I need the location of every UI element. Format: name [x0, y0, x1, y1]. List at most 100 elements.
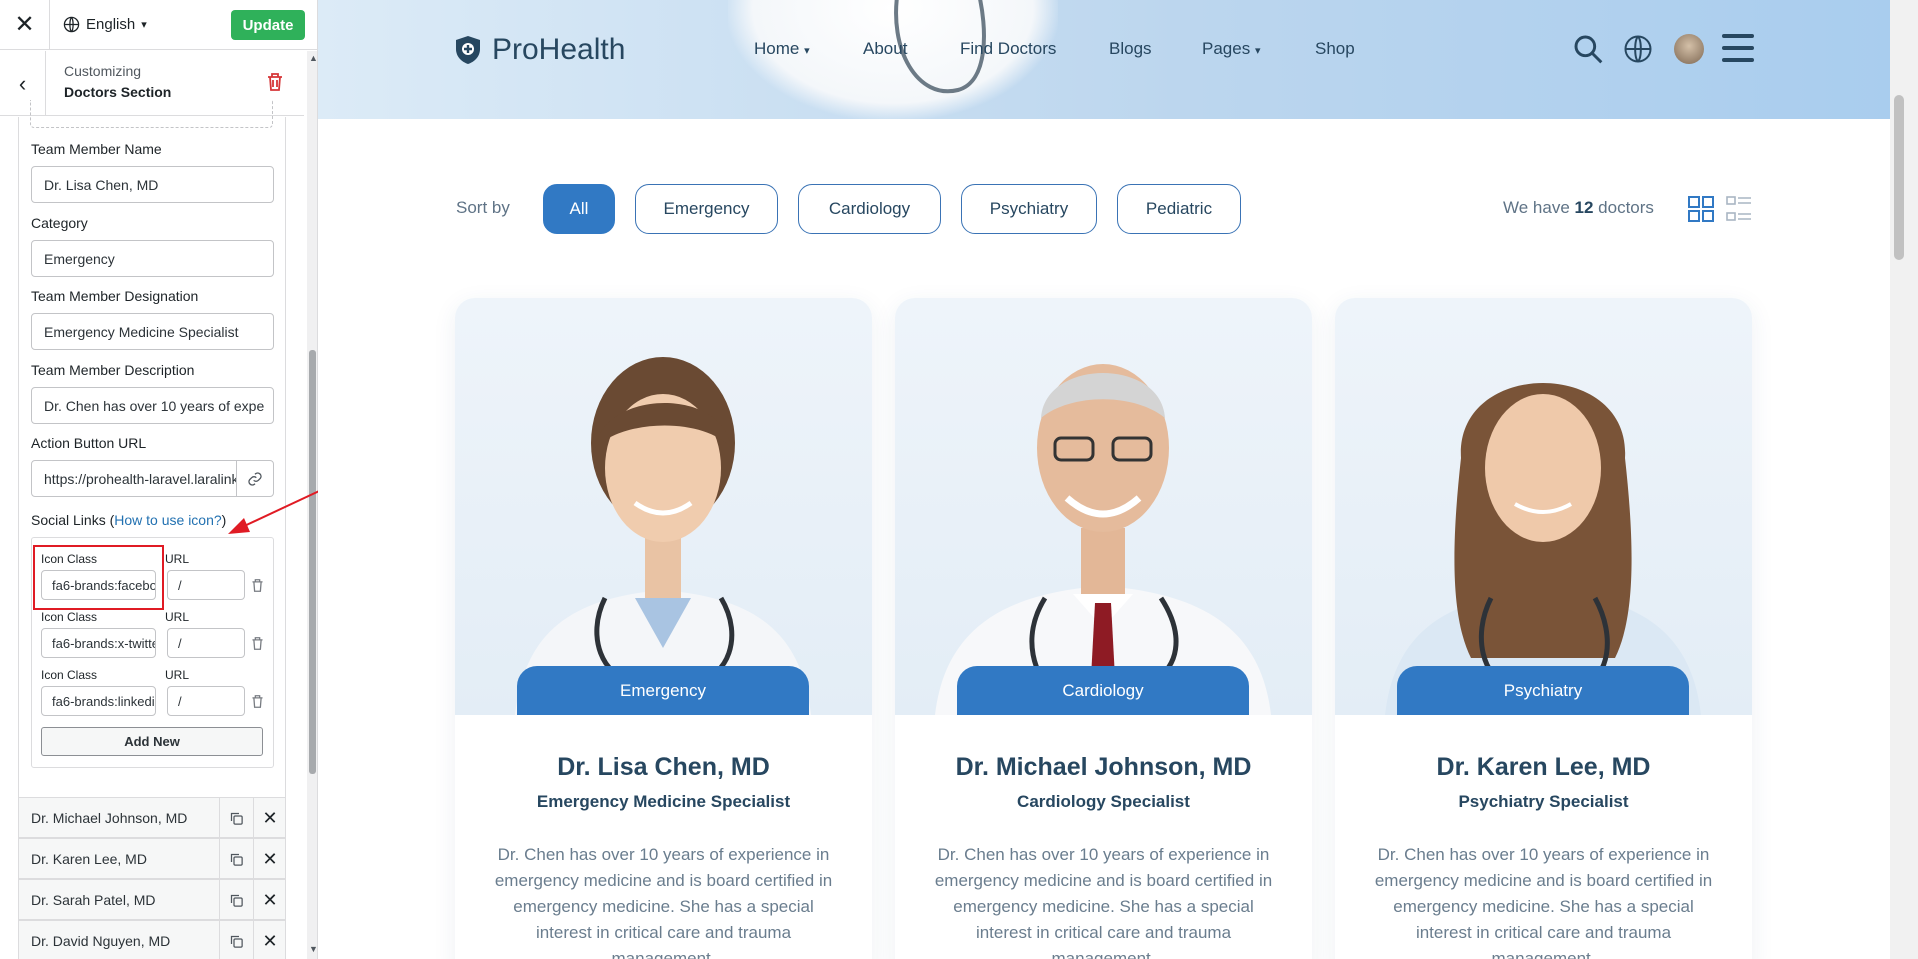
filter-cardiology[interactable]: Cardiology — [798, 184, 941, 234]
chevron-left-icon: ‹ — [18, 70, 27, 96]
doctor-designation: Emergency Medicine Specialist — [536, 792, 791, 811]
media-upload-area[interactable] — [30, 100, 273, 128]
doctor-card[interactable]: Psychiatry Dr. Karen Lee, MD Psychiatry … — [1335, 298, 1752, 959]
name-label: Team Member Name — [31, 141, 162, 157]
social-url-input[interactable]: / — [167, 570, 245, 600]
avatar[interactable] — [1674, 34, 1704, 64]
social-links-label-text: Social Links ( — [31, 512, 115, 528]
doctor-description: Dr. Chen has over 10 years of experience… — [494, 845, 833, 959]
social-links-label: Social Links (How to use icon?) — [31, 512, 226, 528]
duplicate-icon[interactable] — [219, 798, 253, 838]
customizer-top-bar: ✕ English ▾ Update — [0, 0, 317, 50]
page-scrollbar-thumb[interactable] — [1894, 95, 1904, 260]
grid-view-icon[interactable] — [1688, 196, 1714, 222]
close-customizer-button[interactable]: ✕ — [0, 0, 50, 50]
doctor-card[interactable]: Emergency Dr. Lisa Chen, MD Emergency Me… — [455, 298, 872, 959]
designation-input[interactable]: Emergency Medicine Specialist — [31, 313, 274, 350]
chevron-down-icon: ▾ — [804, 45, 810, 57]
filter-pediatric[interactable]: Pediatric — [1117, 184, 1241, 234]
doctor-count: We have 12 doctors — [1503, 198, 1654, 218]
filter-psychiatry[interactable]: Psychiatry — [961, 184, 1097, 234]
action-url-input[interactable]: https://prohealth-laravel.laralink.com — [32, 461, 236, 496]
section-title: Doctors Section — [64, 84, 172, 100]
brand-name: ProHealth — [492, 33, 626, 66]
how-to-use-icon-link[interactable]: How to use icon? — [114, 512, 221, 528]
category-label: Category — [31, 215, 88, 231]
name-input[interactable]: Dr. Lisa Chen, MD — [31, 166, 274, 203]
action-url-label: Action Button URL — [31, 435, 147, 451]
remove-icon[interactable]: ✕ — [253, 880, 286, 920]
doctor-description: Dr. Chen has over 10 years of experience… — [934, 845, 1273, 959]
count-prefix: We have — [1503, 198, 1570, 217]
menu-icon[interactable] — [1722, 34, 1754, 62]
url-label: URL — [165, 668, 190, 682]
trash-icon[interactable] — [251, 636, 264, 651]
doctor-card[interactable]: Cardiology Dr. Michael Johnson, MD Cardi… — [895, 298, 1312, 959]
count-value: 12 — [1574, 198, 1594, 217]
highlight-annotation-box — [33, 545, 164, 610]
nav-home[interactable]: Home ▾ — [754, 39, 810, 59]
doctor-name[interactable]: Dr. Lisa Chen, MD — [455, 753, 872, 782]
category-badge: Emergency — [517, 666, 809, 715]
shield-icon — [456, 36, 480, 64]
list-view-icon[interactable] — [1726, 196, 1752, 222]
social-url-input[interactable]: / — [167, 628, 245, 658]
scroll-down-arrow-icon[interactable]: ▼ — [309, 944, 317, 954]
search-icon[interactable] — [1572, 33, 1604, 65]
social-url-input[interactable]: / — [167, 686, 245, 716]
category-badge: Psychiatry — [1397, 666, 1689, 715]
nav-pages-label: Pages — [1202, 39, 1251, 58]
doctor-name[interactable]: Dr. Karen Lee, MD — [1335, 753, 1752, 782]
language-selector[interactable]: English ▾ — [63, 16, 147, 33]
globe-icon[interactable] — [1623, 34, 1653, 64]
nav-find-doctors[interactable]: Find Doctors — [960, 39, 1056, 59]
chevron-down-icon: ▾ — [141, 19, 147, 31]
nav-pages[interactable]: Pages ▾ — [1202, 39, 1260, 59]
category-badge: Cardiology — [957, 666, 1249, 715]
remove-icon[interactable]: ✕ — [253, 798, 286, 838]
doctor-designation: Cardiology Specialist — [1017, 792, 1190, 811]
sidebar-scrollbar-thumb[interactable] — [309, 350, 316, 774]
icon-class-input[interactable]: fa6-brands:linkedin-in — [41, 686, 156, 716]
icon-class-input[interactable]: fa6-brands:x-twitter — [41, 628, 156, 658]
designation-label: Team Member Designation — [31, 288, 199, 304]
url-label: URL — [165, 552, 190, 566]
list-item[interactable]: Dr. Michael Johnson, MD ✕ — [18, 797, 286, 838]
remove-icon[interactable]: ✕ — [253, 839, 286, 879]
trash-icon[interactable] — [251, 694, 264, 709]
delete-section-icon[interactable] — [266, 72, 284, 92]
category-input[interactable]: Emergency — [31, 240, 274, 277]
sort-label: Sort by — [456, 198, 510, 217]
nav-blogs[interactable]: Blogs — [1109, 39, 1152, 59]
member-name: Dr. Michael Johnson, MD — [31, 810, 188, 826]
filter-emergency[interactable]: Emergency — [635, 184, 778, 234]
list-item[interactable]: Dr. Karen Lee, MD ✕ — [18, 838, 286, 879]
filter-all[interactable]: All — [543, 184, 615, 234]
url-label: URL — [165, 610, 190, 624]
member-name: Dr. David Nguyen, MD — [31, 933, 171, 949]
duplicate-icon[interactable] — [219, 921, 253, 959]
language-label: English — [86, 16, 136, 33]
list-item[interactable]: Dr. David Nguyen, MD ✕ — [18, 920, 286, 959]
doctor-name[interactable]: Dr. Michael Johnson, MD — [895, 753, 1312, 782]
doctor-designation: Psychiatry Specialist — [1458, 792, 1629, 811]
description-input[interactable]: Dr. Chen has over 10 years of expe — [31, 387, 274, 424]
doctor-photo: Cardiology — [895, 298, 1312, 715]
duplicate-icon[interactable] — [219, 880, 253, 920]
icon-class-label: Icon Class — [41, 668, 98, 682]
trash-icon[interactable] — [251, 578, 264, 593]
remove-icon[interactable]: ✕ — [253, 921, 286, 959]
nav-shop[interactable]: Shop — [1315, 39, 1355, 59]
site-preview: ProHealth Home ▾ About Find Doctors Blog… — [318, 0, 1918, 959]
list-item[interactable]: Dr. Sarah Patel, MD ✕ — [18, 879, 286, 920]
member-name: Dr. Sarah Patel, MD — [31, 892, 156, 908]
nav-about[interactable]: About — [863, 39, 907, 59]
update-button[interactable]: Update — [231, 10, 305, 40]
doctor-photo: Psychiatry — [1335, 298, 1752, 715]
duplicate-icon[interactable] — [219, 839, 253, 879]
site-logo[interactable]: ProHealth — [454, 33, 625, 67]
chevron-down-icon: ▾ — [1254, 45, 1261, 57]
count-suffix: doctors — [1598, 198, 1654, 217]
scroll-up-arrow-icon[interactable]: ▲ — [309, 53, 317, 63]
add-new-button[interactable]: Add New — [41, 727, 263, 756]
